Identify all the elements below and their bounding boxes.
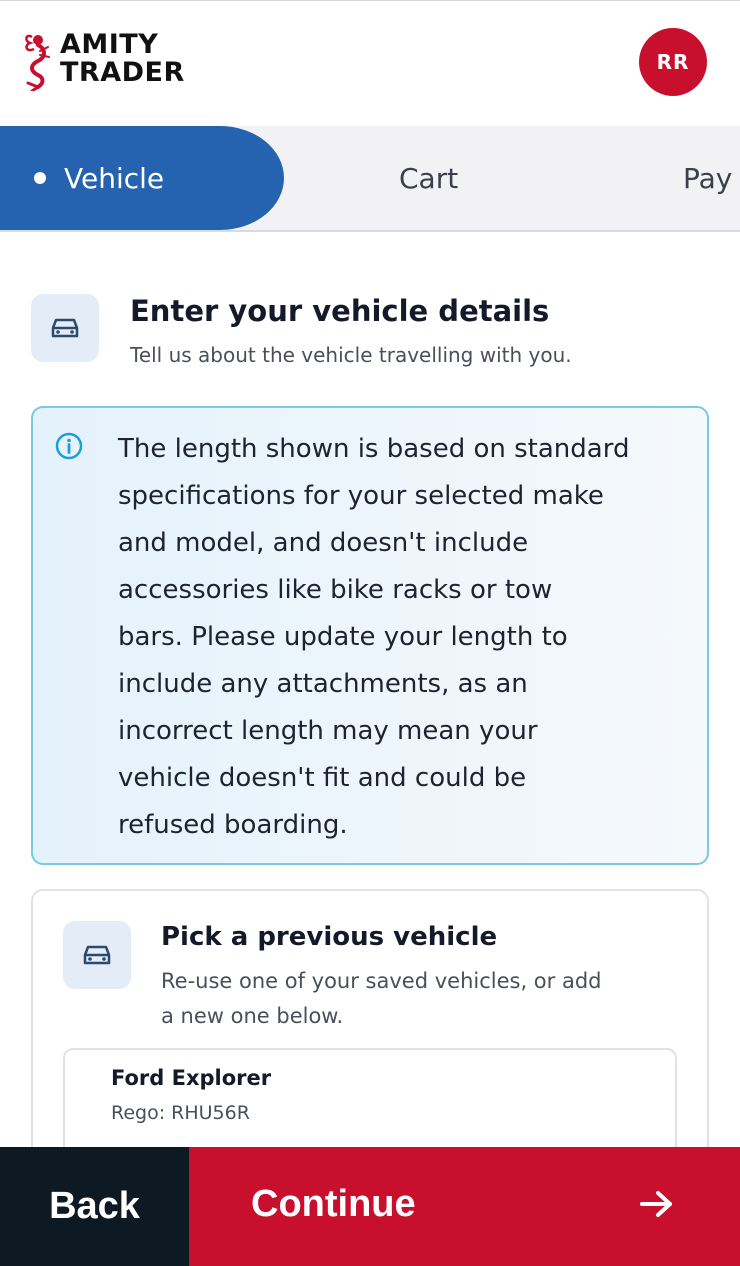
notice-line: and model, and doesn't include (118, 528, 529, 558)
amity-trader-logo[interactable]: AMITY TRADER (18, 31, 185, 91)
info-icon (55, 432, 83, 460)
previous-vehicle-badge (63, 921, 131, 989)
notice-line: include any attachments, as an (118, 669, 528, 699)
continue-button[interactable]: Continue (189, 1147, 740, 1266)
step-vehicle[interactable]: Vehicle (0, 126, 284, 230)
vehicle-section-badge (31, 294, 99, 362)
bottom-action-bar: Back Continue (0, 1147, 740, 1266)
notice-line: bars. Please update your length to (118, 622, 568, 652)
car-icon (83, 945, 111, 965)
app-header: AMITY TRADER RR (0, 0, 740, 126)
previous-vehicle-title: Pick a previous vehicle (161, 922, 498, 952)
car-icon (51, 318, 79, 338)
saved-vehicle-name: Ford Explorer (111, 1066, 272, 1090)
page-title: Enter your vehicle details (130, 294, 550, 328)
notice-line: The length shown is based on standard (118, 434, 630, 464)
notice-line: refused boarding. (118, 810, 348, 840)
brand-line-1: AMITY (60, 29, 159, 60)
step-cart[interactable]: Cart (399, 126, 458, 230)
continue-label: Continue (251, 1183, 416, 1225)
subtitle-line: a new one below. (161, 1004, 344, 1028)
subtitle-line: Re-use one of your saved vehicles, or ad… (161, 969, 602, 993)
arrow-right-icon (640, 1191, 672, 1217)
vehicle-length-notice: The length shown is based on standard sp… (31, 406, 709, 865)
step-vehicle-label: Vehicle (64, 161, 165, 195)
back-button[interactable]: Back (0, 1147, 189, 1266)
notice-line: accessories like bike racks or tow (118, 575, 553, 605)
page-subtitle: Tell us about the vehicle travelling wit… (130, 343, 572, 367)
brand-wordmark: AMITY TRADER (60, 31, 185, 87)
notice-text: The length shown is based on standard sp… (118, 426, 708, 849)
checkout-steps: Vehicle Cart Pay (0, 126, 740, 232)
notice-line: vehicle doesn't fit and could be (118, 763, 527, 793)
saved-vehicle-rego: Rego: RHU56R (111, 1102, 250, 1124)
notice-line: incorrect length may mean your (118, 716, 538, 746)
previous-vehicle-subtitle: Re-use one of your saved vehicles, or ad… (161, 964, 681, 1034)
step-pay[interactable]: Pay (683, 126, 732, 230)
mermaid-logo-icon (25, 34, 50, 91)
notice-line: specifications for your selected make (118, 481, 604, 511)
active-step-dot (34, 172, 46, 184)
user-avatar[interactable]: RR (639, 28, 707, 96)
brand-line-2: TRADER (60, 57, 185, 88)
